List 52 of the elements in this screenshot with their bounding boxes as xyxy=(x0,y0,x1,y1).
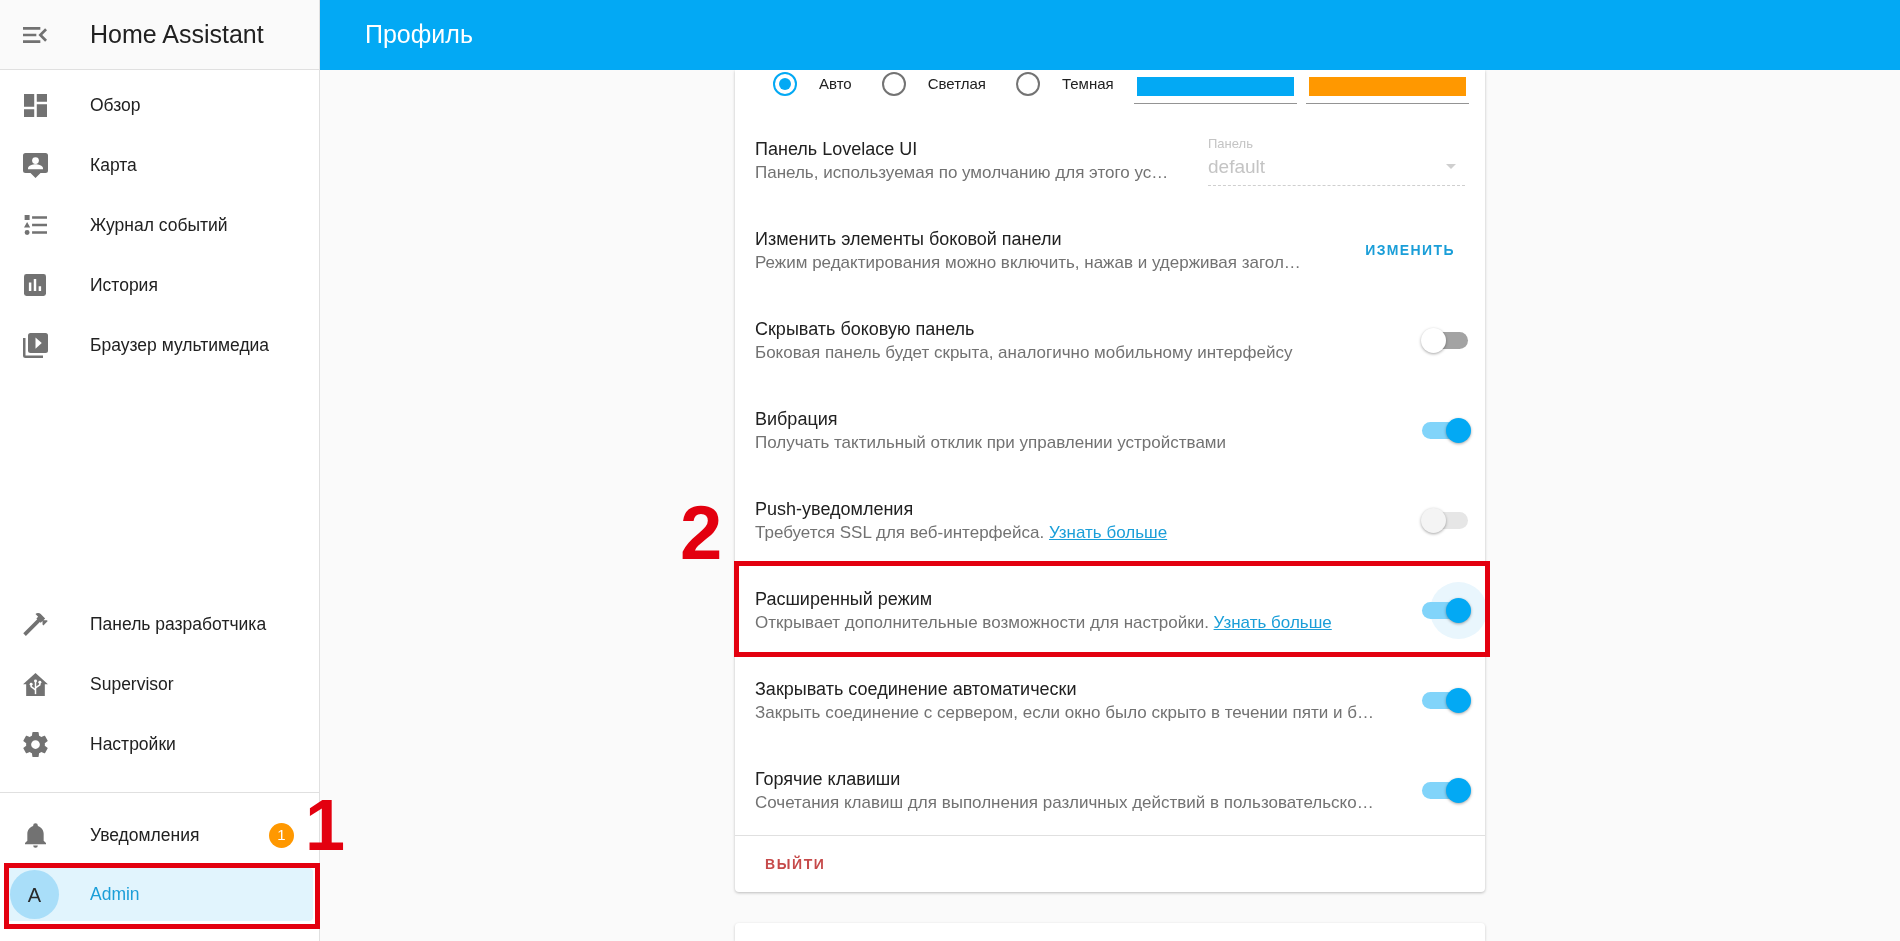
toggle-switch[interactable] xyxy=(1421,597,1471,623)
setting-title: Скрывать боковую панель xyxy=(755,317,976,341)
setting-title: Push-уведомления xyxy=(755,497,915,521)
hammer-icon xyxy=(22,612,48,636)
notification-badge: 1 xyxy=(269,823,294,848)
sidebar-item[interactable]: Браузер мультимедиа xyxy=(6,315,313,375)
setting-title: Расширенный режим xyxy=(755,587,934,611)
list-icon xyxy=(23,215,47,235)
setting-description: Закрыть соединение с сервером, если окно было скрыто в течении пяти и б… xyxy=(755,701,1375,724)
setting-description: Получать тактильный отклик при управлении устройствами xyxy=(755,431,1228,454)
setting-description: Панель, используемая по умолчанию для этого ус… xyxy=(755,161,1170,184)
sidebar-item[interactable]: Панель разработчика xyxy=(6,594,313,654)
house-icon xyxy=(22,672,48,696)
toggle-switch[interactable] xyxy=(1421,417,1471,443)
theme-option[interactable]: Авто xyxy=(773,72,852,96)
annotation-number: 2 xyxy=(680,503,723,562)
bar-chart-icon xyxy=(24,274,46,296)
bell-icon xyxy=(24,823,46,848)
setting-description: Открывает дополнительные возможности для настройки. Узнать больше xyxy=(755,611,1333,634)
theme-option[interactable]: Темная xyxy=(1015,72,1114,96)
setting-title: Изменить элементы боковой панели xyxy=(755,227,1063,251)
sidebar-item[interactable]: История xyxy=(6,255,313,315)
setting-title: Вибрация xyxy=(755,407,839,431)
toggle-switch[interactable] xyxy=(1421,687,1471,713)
person-bubble-icon xyxy=(22,152,48,178)
theme-option[interactable]: Светлая xyxy=(881,72,986,96)
settings-icon xyxy=(22,731,48,757)
app-title: Home Assistant xyxy=(90,18,264,50)
color-field[interactable] xyxy=(1306,74,1469,104)
media-play-icon xyxy=(22,332,48,358)
user-avatar: A xyxy=(10,870,59,919)
caret-icon xyxy=(1446,163,1456,169)
setting-description: Сочетания клавиш для выполнения различных действий в пользовательско… xyxy=(755,791,1375,814)
setting-description: Боковая панель будет скрыта, аналогично мобильному интерфейсу xyxy=(755,341,1294,364)
setting-title: Горячие клавиши xyxy=(755,767,902,791)
setting-title: Панель Lovelace UI xyxy=(755,137,919,161)
tiles-icon xyxy=(23,93,47,117)
setting-description: Требуется SSL для веб-интерфейса. Узнать больше xyxy=(755,521,1169,544)
sidebar-item[interactable]: Карта xyxy=(6,135,313,195)
page-title: Профиль xyxy=(365,19,473,51)
sidebar-item[interactable]: Журнал событий xyxy=(6,195,313,255)
setting-title: Закрывать соединение автоматически xyxy=(755,677,1078,701)
sidebar-item[interactable]: Настройки xyxy=(6,714,313,774)
color-field[interactable] xyxy=(1134,74,1297,104)
toggle-switch[interactable] xyxy=(1421,777,1471,803)
menu-icon[interactable] xyxy=(23,26,47,43)
setting-description: Режим редактирования можно включить, нажав и удерживая загол… xyxy=(755,251,1302,274)
sidebar-item[interactable]: Обзор xyxy=(6,75,313,135)
sidebar-item[interactable]: Supervisor xyxy=(6,654,313,714)
user-item[interactable]: A Admin xyxy=(6,868,313,921)
annotation-number: 1 xyxy=(305,797,346,853)
logout-button[interactable]: ВЫЙТИ xyxy=(757,845,834,883)
